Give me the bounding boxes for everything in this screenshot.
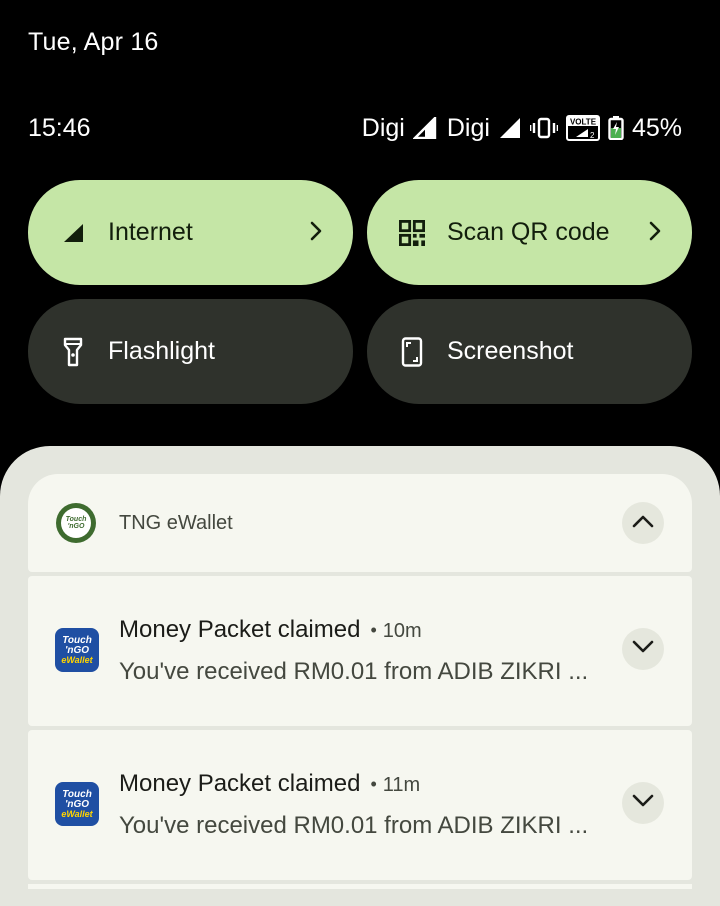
tng-logo-line2: 'nGO: [64, 644, 90, 656]
tng-logo-line3: eWallet: [61, 808, 93, 819]
tng-app-icon: Touch 'nGO: [56, 503, 96, 543]
shade-date[interactable]: Tue, Apr 16: [28, 28, 159, 57]
tng-logo-line1: Touch: [62, 788, 92, 800]
tile-internet[interactable]: Internet: [28, 180, 353, 285]
next-notification-edge: [28, 884, 692, 889]
tng-logo-line2: 'nGO: [67, 523, 85, 530]
volte-text: VOLTE: [570, 118, 597, 127]
qr-code-icon: [399, 219, 425, 246]
tile-flashlight-label: Flashlight: [108, 337, 215, 365]
tile-scan-qr[interactable]: Scan QR code: [367, 180, 692, 285]
status-icons: Digi Digi VOLTE 2 45%: [360, 114, 682, 143]
screenshot-icon: [399, 336, 425, 367]
notification-group-header[interactable]: Touch 'nGO TNG eWallet: [28, 474, 692, 572]
notification-title-row: Money Packet claimed • 11m: [119, 770, 421, 797]
chevron-down-icon: [632, 794, 654, 813]
volte-icon: VOLTE 2: [565, 115, 600, 141]
battery-percent: 45%: [631, 113, 682, 142]
expand-button[interactable]: [622, 782, 664, 824]
notification-time: 10m: [382, 620, 422, 642]
svg-text:2: 2: [590, 131, 595, 140]
tng-ewallet-icon: Touch 'nGO eWallet: [55, 782, 99, 826]
chevron-down-icon: [632, 640, 654, 659]
tile-internet-label: Internet: [108, 218, 193, 246]
notification-time: 11m: [382, 774, 421, 796]
tng-logo-line1: Touch: [62, 634, 92, 646]
tile-screenshot-label: Screenshot: [447, 337, 574, 365]
tng-logo-line1: Touch: [65, 516, 87, 523]
collapse-button[interactable]: [622, 502, 664, 544]
battery-icon: [608, 116, 624, 140]
notification-item[interactable]: Touch 'nGO eWallet Money Packet claimed •…: [28, 730, 692, 880]
flashlight-icon: [60, 337, 86, 366]
chevron-right-icon: [648, 220, 662, 249]
notification-title: Money Packet claimed: [119, 770, 361, 797]
app-name: TNG eWallet: [119, 512, 233, 534]
status-bar: 15:46 Digi Digi VOLTE 2 45%: [28, 112, 682, 144]
signal-icon: [60, 220, 86, 246]
carrier-2-label: Digi: [446, 113, 490, 142]
signal-2-icon: [498, 117, 522, 139]
chevron-right-icon: [309, 220, 323, 249]
notification-title: Money Packet claimed: [119, 616, 361, 643]
status-time: 15:46: [28, 113, 91, 142]
expand-button[interactable]: [622, 628, 664, 670]
tng-ewallet-icon: Touch 'nGO eWallet: [55, 628, 99, 672]
tile-screenshot[interactable]: Screenshot: [367, 299, 692, 404]
chevron-up-icon: [632, 514, 654, 533]
notification-body: You've received RM0.01 from ADIB ZIKRI .…: [119, 812, 589, 839]
vibrate-icon: [529, 117, 558, 139]
notification-title-row: Money Packet claimed • 10m: [119, 616, 422, 643]
signal-1-icon: [412, 117, 437, 139]
tng-logo-line2: 'nGO: [64, 798, 90, 810]
notification-body: You've received RM0.01 from ADIB ZIKRI .…: [119, 658, 589, 685]
tile-flashlight[interactable]: Flashlight: [28, 299, 353, 404]
carrier-1-label: Digi: [361, 113, 405, 142]
tng-logo-line3: eWallet: [61, 654, 93, 665]
notification-item[interactable]: Touch 'nGO eWallet Money Packet claimed •…: [28, 576, 692, 726]
tile-scan-qr-label: Scan QR code: [447, 218, 610, 246]
